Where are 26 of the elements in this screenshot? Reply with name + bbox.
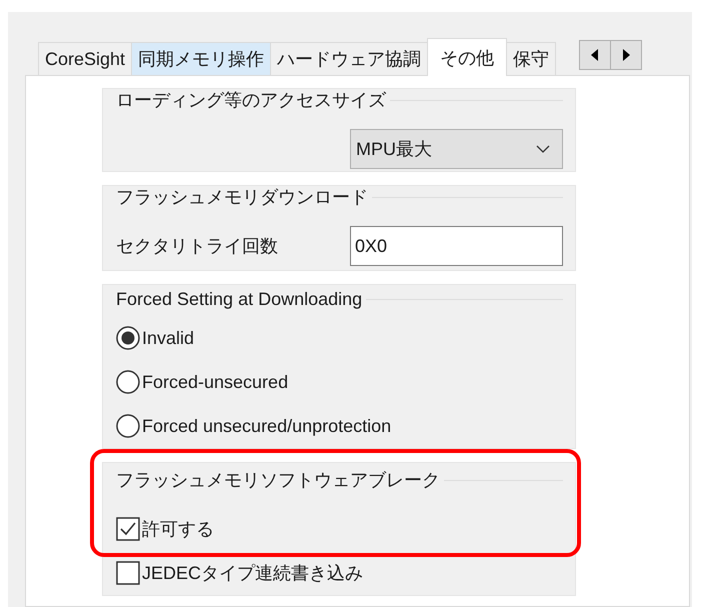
option-label: Forced unsecured/unprotection xyxy=(142,416,392,436)
option-label: Forced-unsecured xyxy=(142,372,288,392)
triangle-left-icon xyxy=(591,49,600,61)
radio-button[interactable] xyxy=(116,326,140,350)
radio-button[interactable] xyxy=(116,414,140,438)
option-label: JEDECタイプ連続書き込み xyxy=(142,562,364,585)
input-field[interactable]: 0X0 xyxy=(350,226,563,266)
group-title: Forced Setting at Downloading xyxy=(116,288,364,310)
tab[interactable]: 保守 xyxy=(506,42,556,75)
scroll-right-button[interactable] xyxy=(610,40,642,70)
triangle-right-icon xyxy=(622,49,630,61)
radio-button[interactable] xyxy=(116,370,140,394)
option-label: Invalid xyxy=(142,328,194,348)
field-label: セクタリトライ回数 xyxy=(116,235,278,258)
checkbox[interactable] xyxy=(116,517,140,541)
dropdown[interactable]: MPU最大 xyxy=(350,129,563,169)
tab[interactable]: CoreSight xyxy=(38,42,132,75)
chevron-down-icon xyxy=(536,145,550,153)
group-title: フラッシュメモリダウンロード xyxy=(116,186,369,209)
tab[interactable]: その他 xyxy=(427,38,508,76)
option-label: 許可する xyxy=(142,518,214,541)
scroll-left-button[interactable] xyxy=(579,40,612,70)
tab[interactable]: 同期メモリ操作 xyxy=(131,42,272,75)
group-title: フラッシュメモリソフトウェアブレーク xyxy=(116,469,441,492)
checkbox[interactable] xyxy=(116,561,140,585)
group-title: ローディング等のアクセスサイズ xyxy=(116,89,388,112)
